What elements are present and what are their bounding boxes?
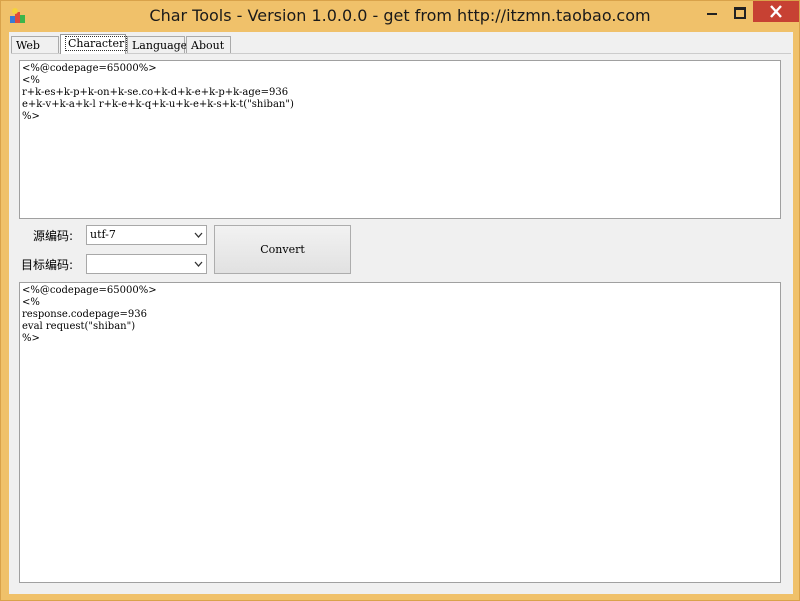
chevron-down-icon (194, 261, 203, 267)
target-encoding-select[interactable] (86, 254, 207, 274)
window-title: Char Tools - Version 1.0.0.0 - get from … (149, 6, 651, 25)
tab-language-label: Language (132, 39, 188, 52)
source-encoding-select[interactable]: utf-7 (86, 225, 207, 245)
maximize-icon[interactable] (726, 1, 753, 22)
source-encoding-label: 源编码: (33, 229, 74, 243)
tab-web-label: Web (16, 39, 40, 52)
tab-character[interactable]: Character (60, 34, 128, 54)
tab-about[interactable]: About (186, 36, 231, 53)
minimize-icon[interactable] (698, 1, 726, 22)
source-encoding-value: utf-7 (90, 228, 116, 241)
app-window: Char Tools - Version 1.0.0.0 - get from … (0, 0, 800, 601)
convert-button[interactable]: Convert (214, 225, 351, 274)
source-text-area[interactable]: <%@codepage=65000%> <% r+k-es+k-p+k-on+k… (19, 60, 781, 219)
chevron-down-icon (194, 232, 203, 238)
tab-character-label: Character (65, 36, 128, 51)
output-text-area[interactable]: <%@codepage=65000%> <% response.codepage… (19, 282, 781, 583)
tab-language[interactable]: Language (127, 36, 188, 53)
tab-web[interactable]: Web (11, 36, 59, 53)
tab-about-label: About (191, 39, 225, 52)
close-icon[interactable] (753, 1, 799, 22)
target-encoding-label: 目标编码: (21, 258, 74, 272)
client-area: Web Character Language About <%@codepage… (9, 32, 793, 594)
title-bar[interactable]: Char Tools - Version 1.0.0.0 - get from … (1, 1, 799, 31)
character-panel: <%@codepage=65000%> <% r+k-es+k-p+k-on+k… (11, 53, 791, 593)
